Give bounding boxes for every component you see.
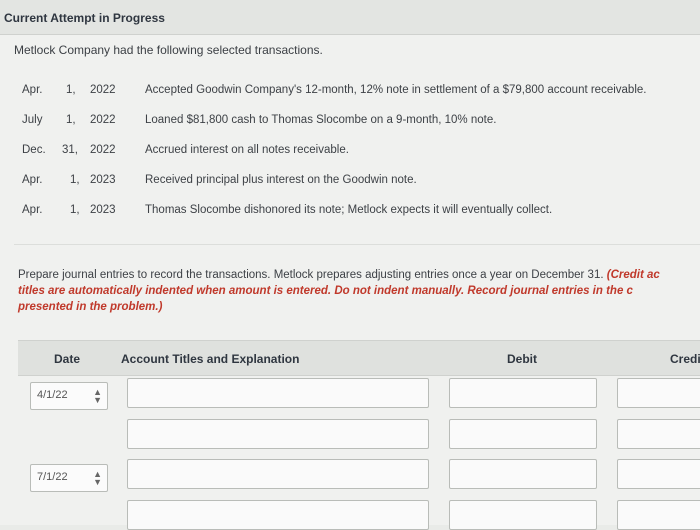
transaction-row: Apr. 1, 2022 Accepted Goodwin Company's … [0,84,700,100]
transaction-day: 1, [66,114,76,126]
transaction-month: Apr. [22,204,43,216]
intro-text: Metlock Company had the following select… [14,43,323,57]
transaction-day: 1, [70,204,80,216]
transaction-month: July [22,114,43,126]
account-title-input[interactable] [127,500,429,530]
account-title-input[interactable] [127,378,429,408]
transaction-description: Loaned $81,800 cash to Thomas Slocombe o… [145,114,497,126]
debit-input[interactable] [449,459,597,489]
instructions-note: presented in the problem.) [18,301,163,313]
date-column-header: Date [54,352,81,366]
top-bar: Current Attempt in Progress [0,0,700,35]
transaction-day: 1, [66,84,76,96]
transaction-year: 2022 [90,84,116,96]
date-select-value: 7/1/22 [37,471,68,483]
instructions-note: (Credit ac [606,269,660,281]
journal-table-header: Date Account Titles and Explanation Debi… [18,340,700,376]
transaction-row: Dec. 31, 2022 Accrued interest on all no… [0,144,700,160]
account-title-input[interactable] [127,459,429,489]
instructions-main: Prepare journal entries to record the tr… [18,269,604,281]
transaction-description: Accrued interest on all notes receivable… [145,144,349,156]
transaction-year: 2023 [90,174,116,186]
select-arrows-icon: ▲ ▼ [93,469,102,487]
credit-input[interactable] [617,459,700,489]
credit-input[interactable] [617,378,700,408]
transaction-year: 2022 [90,114,116,126]
divider [14,244,700,245]
transaction-description: Accepted Goodwin Company's 12-month, 12%… [145,84,647,96]
transaction-year: 2023 [90,204,116,216]
debit-input[interactable] [449,419,597,449]
debit-input[interactable] [449,500,597,530]
credit-input[interactable] [617,419,700,449]
transaction-month: Apr. [22,174,43,186]
account-title-input[interactable] [127,419,429,449]
instructions-note: titles are automatically indented when a… [18,285,633,297]
credit-column-header: Credi [670,352,700,366]
transaction-month: Dec. [22,144,46,156]
transaction-row: Apr. 1, 2023 Received principal plus int… [0,174,700,190]
date-select[interactable]: 7/1/22 ▲ ▼ [30,464,108,492]
date-select-value: 4/1/22 [37,389,68,401]
transaction-description: Thomas Slocombe dishonored its note; Met… [145,204,553,216]
instructions-text: Prepare journal entries to record the tr… [18,267,700,315]
credit-input[interactable] [617,500,700,530]
select-arrows-icon: ▲ ▼ [93,387,102,405]
debit-column-header: Debit [507,352,537,366]
debit-input[interactable] [449,378,597,408]
transaction-row: Apr. 1, 2023 Thomas Slocombe dishonored … [0,204,700,220]
account-column-header: Account Titles and Explanation [121,352,300,366]
transaction-month: Apr. [22,84,43,96]
transaction-day: 1, [70,174,80,186]
date-select[interactable]: 4/1/22 ▲ ▼ [30,382,108,410]
transaction-year: 2022 [90,144,116,156]
transaction-description: Received principal plus interest on the … [145,174,417,186]
transaction-row: July 1, 2022 Loaned $81,800 cash to Thom… [0,114,700,130]
page-title: Current Attempt in Progress [4,11,165,25]
transaction-day: 31, [62,144,78,156]
